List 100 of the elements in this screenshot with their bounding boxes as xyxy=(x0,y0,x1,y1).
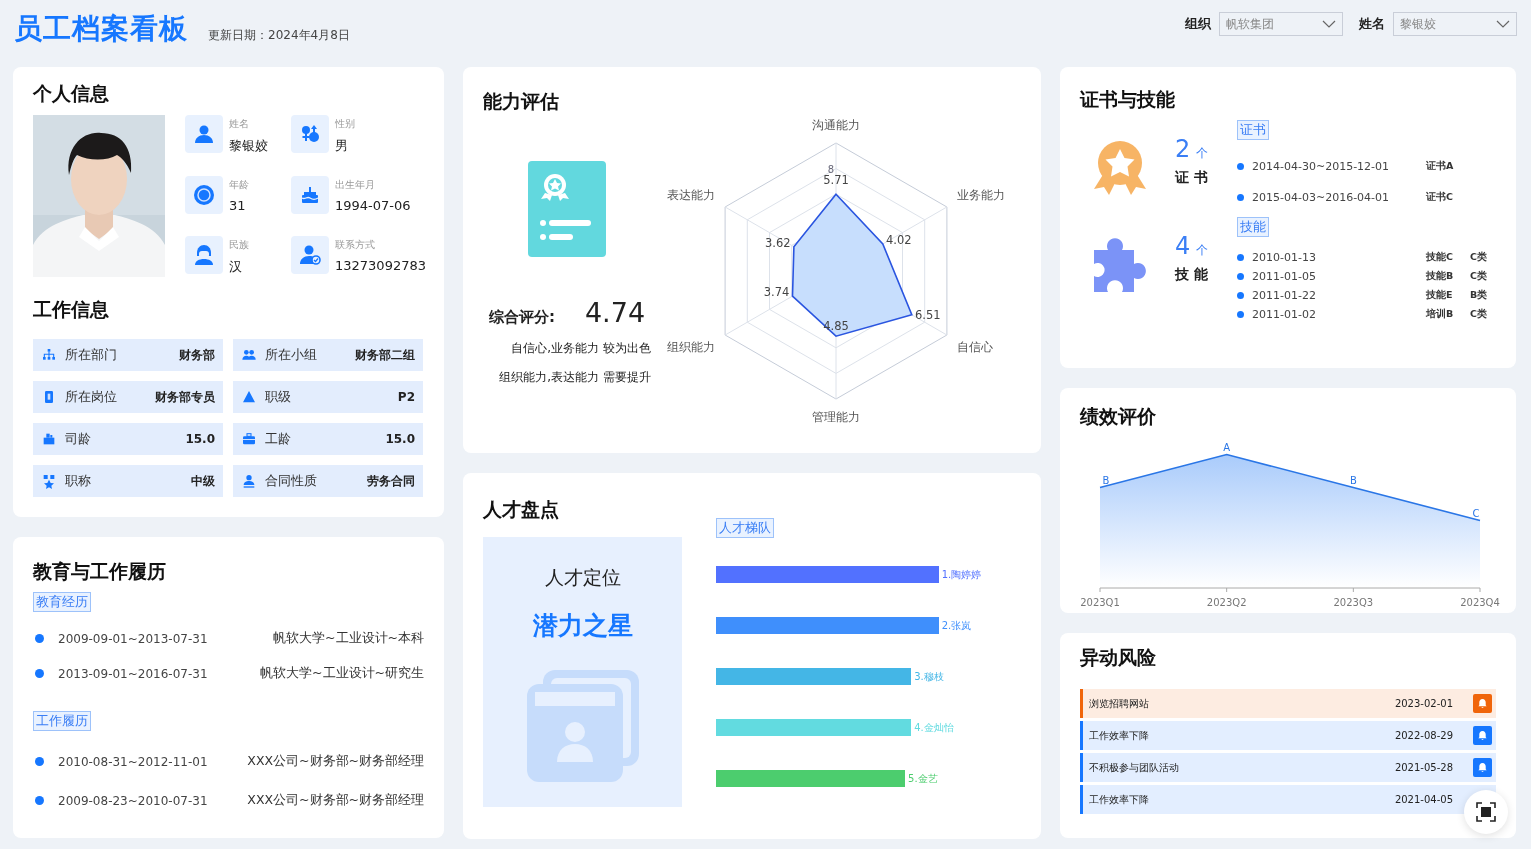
grade-label: B xyxy=(1349,474,1357,486)
field-value: 汉 xyxy=(229,257,243,276)
field-value: 财务部二组 xyxy=(355,346,415,364)
field-value: 财务部 xyxy=(179,346,215,364)
field-value: 15.0 xyxy=(185,432,215,446)
history-detail: 帆软大学~工业设计~研究生 xyxy=(260,665,424,682)
bar-label: 5.金艺 xyxy=(908,771,938,786)
bar-label: 3.穆枝 xyxy=(914,669,944,684)
field-value: 中级 xyxy=(191,472,215,490)
field-label: 所在小组 xyxy=(265,346,317,364)
filter-dropdown[interactable]: 黎银姣 xyxy=(1393,12,1517,36)
field-label: 职称 xyxy=(65,472,91,490)
field-label: 司龄 xyxy=(65,430,91,448)
card-title: 绩效评价 xyxy=(1080,404,1157,429)
bullet-dot xyxy=(1237,292,1244,299)
building-icon xyxy=(41,431,57,447)
grade-label: C xyxy=(1472,507,1480,519)
field-label: 年龄 xyxy=(229,178,249,193)
item-name: 证书A xyxy=(1426,160,1455,173)
assessment-note: 自信心,业务能力 较为出色 xyxy=(511,340,651,357)
period-text: 2010-08-31~2012-11-01 xyxy=(58,754,208,769)
bullet-dot xyxy=(35,757,44,766)
filter-dropdown[interactable]: 帆软集团 xyxy=(1219,12,1343,36)
item-grade: C类 xyxy=(1470,270,1488,283)
certificate-icon xyxy=(528,161,606,257)
bullet-dot xyxy=(35,669,44,678)
axis-label: 自信心 xyxy=(957,340,994,354)
field-label: 所在部门 xyxy=(65,346,117,364)
bar-label: 1.陶婷婷 xyxy=(941,567,982,582)
bell-button[interactable] xyxy=(1473,758,1492,777)
bell-icon xyxy=(1477,762,1488,773)
bullet-dot xyxy=(1237,194,1244,201)
axis-tick: 8 xyxy=(827,163,835,175)
fullscreen-button[interactable] xyxy=(1464,790,1508,834)
field-label: 姓名 xyxy=(229,117,250,131)
bar-label: 2.张岚 xyxy=(941,618,972,633)
card-title: 证书与技能 xyxy=(1080,87,1176,112)
field-label: 联系方式 xyxy=(335,237,376,252)
axis-label: 业务能力 xyxy=(957,188,1006,202)
bullet-dot xyxy=(1237,273,1244,280)
data-label: 5.71 xyxy=(823,173,849,188)
section-tag: 教育经历 xyxy=(33,592,91,612)
field-value: 31 xyxy=(229,198,247,214)
chevron-down-icon xyxy=(1496,20,1510,28)
count-value: 2 xyxy=(1175,135,1191,163)
group-icon xyxy=(241,347,257,363)
update-date: 更新日期：2024年4月8日 xyxy=(208,26,350,44)
date-text: 2011-01-22 xyxy=(1252,289,1316,302)
user-icon xyxy=(241,473,257,489)
period-text: 2013-09-01~2016-07-31 xyxy=(58,666,208,681)
data-label: 4.85 xyxy=(823,319,849,334)
page-title: 员工档案看板 xyxy=(14,11,188,47)
field-value: P2 xyxy=(397,390,415,404)
period-text: 2009-09-01~2013-07-31 xyxy=(58,631,208,646)
bullet-dot xyxy=(1237,163,1244,170)
card-title: 能力评估 xyxy=(483,89,560,114)
date-text: 2014-04-30~2015-12-01 xyxy=(1252,160,1390,173)
data-label: 6.51 xyxy=(914,307,941,322)
bell-button[interactable] xyxy=(1473,726,1492,745)
item-name: 培训B xyxy=(1426,308,1455,321)
field-label: 职级 xyxy=(265,388,291,406)
count-unit: 个 xyxy=(1196,243,1209,257)
item-grade: B类 xyxy=(1470,289,1489,302)
date-text: 2010-01-13 xyxy=(1252,251,1316,264)
bell-icon xyxy=(1477,730,1488,741)
count-label: 证 书 xyxy=(1175,169,1209,187)
axis-label: 表达能力 xyxy=(666,188,715,202)
field-label: 民族 xyxy=(229,237,249,252)
filter-label: 姓名 xyxy=(1359,15,1385,33)
date-text: 2011-01-05 xyxy=(1252,270,1316,283)
count-unit: 个 xyxy=(1196,146,1209,160)
triangle-icon xyxy=(241,389,257,405)
field-value: 1994-07-06 xyxy=(335,198,411,214)
position-value: 潜力之星 xyxy=(532,610,633,642)
history-detail: XXX公司~财务部~财务部经理 xyxy=(247,792,424,809)
axis-label: 沟通能力 xyxy=(812,118,860,132)
field-label: 工龄 xyxy=(265,430,291,448)
bullet-dot xyxy=(1237,311,1244,318)
axis-label: 2023Q3 xyxy=(1333,597,1374,608)
axis-label: 2023Q2 xyxy=(1206,597,1247,608)
field-label: 性别 xyxy=(335,117,355,131)
risk-text: 浏览招聘网站 xyxy=(1089,696,1149,711)
bell-button[interactable] xyxy=(1473,694,1492,713)
field-label: 出生年月 xyxy=(335,178,376,193)
data-label: 3.74 xyxy=(763,285,790,300)
contact-icon xyxy=(291,235,329,274)
field-value: 15.0 xyxy=(385,432,415,446)
risk-date: 2023-02-01 xyxy=(1394,698,1453,709)
position-label: 人才定位 xyxy=(544,565,621,590)
history-detail: XXX公司~财务部~财务部经理 xyxy=(247,753,424,770)
risk-date: 2021-05-28 xyxy=(1394,762,1453,773)
section-tag: 工作履历 xyxy=(33,711,91,731)
data-label: 4.02 xyxy=(886,233,912,247)
axis-label: 2023Q4 xyxy=(1460,597,1500,608)
axis-label: 2023Q1 xyxy=(1080,597,1120,608)
item-name: 技能C xyxy=(1426,251,1454,264)
section-tag: 证书 xyxy=(1237,120,1269,140)
grade-label: A xyxy=(1223,441,1231,453)
card-title: 教育与工作履历 xyxy=(33,559,167,584)
field-value: 财务部专员 xyxy=(155,388,215,406)
